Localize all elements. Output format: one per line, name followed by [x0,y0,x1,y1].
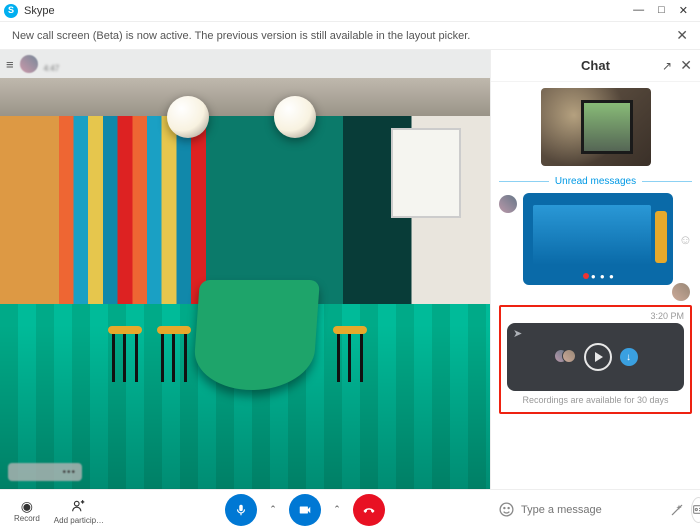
sender-avatar[interactable] [672,283,690,301]
recording-note: Recordings are available for 30 days [507,395,684,406]
self-view[interactable]: ••• [8,463,82,481]
end-call-button[interactable] [353,494,385,526]
record-button[interactable]: ◉ Record [14,499,40,523]
attach-button[interactable] [691,497,700,523]
bottom-bar: ◉ Record Add particip… ⌃ ⌃ [0,489,700,529]
emoji-icon [498,501,515,518]
camera-options-chevron-icon[interactable]: ⌃ [331,504,343,515]
react-icon[interactable]: ☺ [679,232,692,247]
screenshare-thumbnail[interactable]: ● ● ● [523,193,673,285]
sender-avatar[interactable] [499,195,517,213]
chat-close-button[interactable]: ✕ [680,57,692,74]
message-time: 3:20 PM [507,311,684,321]
sparkle-icon [669,502,685,518]
message-input[interactable] [521,500,663,520]
message-image[interactable] [541,88,651,166]
camera-icon [298,503,312,517]
info-banner: New call screen (Beta) is now active. Th… [0,22,700,50]
window-titlebar: Skype — □ ✕ [0,0,700,22]
chat-header: Chat ↗ ✕ [491,50,700,82]
chat-panel: Chat ↗ ✕ Unread messages ● ● ● ☺ [490,50,700,489]
card-icon [692,503,700,516]
call-duration: 4:47 [44,65,64,73]
minimize-button[interactable]: — [633,4,644,17]
hangup-icon [362,503,376,517]
add-participants-label: Add particip… [54,516,104,525]
microphone-icon [234,503,248,517]
window-title: Skype [24,5,55,17]
menu-icon[interactable]: ≡ [6,57,14,72]
chat-title: Chat [581,58,610,73]
emoji-button[interactable] [498,501,515,518]
banner-message: New call screen (Beta) is now active. Th… [12,30,470,42]
record-label: Record [14,514,40,523]
call-view: ≡ 4:47 ••• [0,50,490,489]
mic-options-chevron-icon[interactable]: ⌃ [267,504,279,515]
play-icon [595,352,603,362]
skype-logo-icon [4,4,18,18]
call-header: ≡ 4:47 [0,50,490,78]
participants-avatars [554,349,576,365]
contact-avatar[interactable] [20,55,38,73]
add-participants-button[interactable]: Add particip… [54,499,104,525]
expand-icon[interactable]: ↗ [662,59,672,73]
camera-button[interactable] [289,494,321,526]
window-close-button[interactable]: ✕ [679,4,688,17]
mute-button[interactable] [225,494,257,526]
play-button[interactable] [584,343,612,371]
maximize-button[interactable]: □ [658,4,665,17]
recording-message-highlight: 3:20 PM ➤ ↓ Recordings are available for… [499,305,692,414]
forward-icon[interactable]: ➤ [513,327,522,340]
download-button[interactable]: ↓ [620,348,638,366]
unread-label: Unread messages [555,176,636,187]
record-icon: ◉ [21,499,33,513]
remote-video [0,78,490,489]
self-view-more-icon[interactable]: ••• [62,467,76,478]
add-participants-icon [71,499,86,515]
unread-divider: Unread messages [499,176,692,187]
expression-button[interactable] [669,502,685,518]
download-icon: ↓ [626,352,631,363]
recording-card[interactable]: ➤ ↓ [507,323,684,391]
banner-close-button[interactable]: ✕ [676,27,688,44]
